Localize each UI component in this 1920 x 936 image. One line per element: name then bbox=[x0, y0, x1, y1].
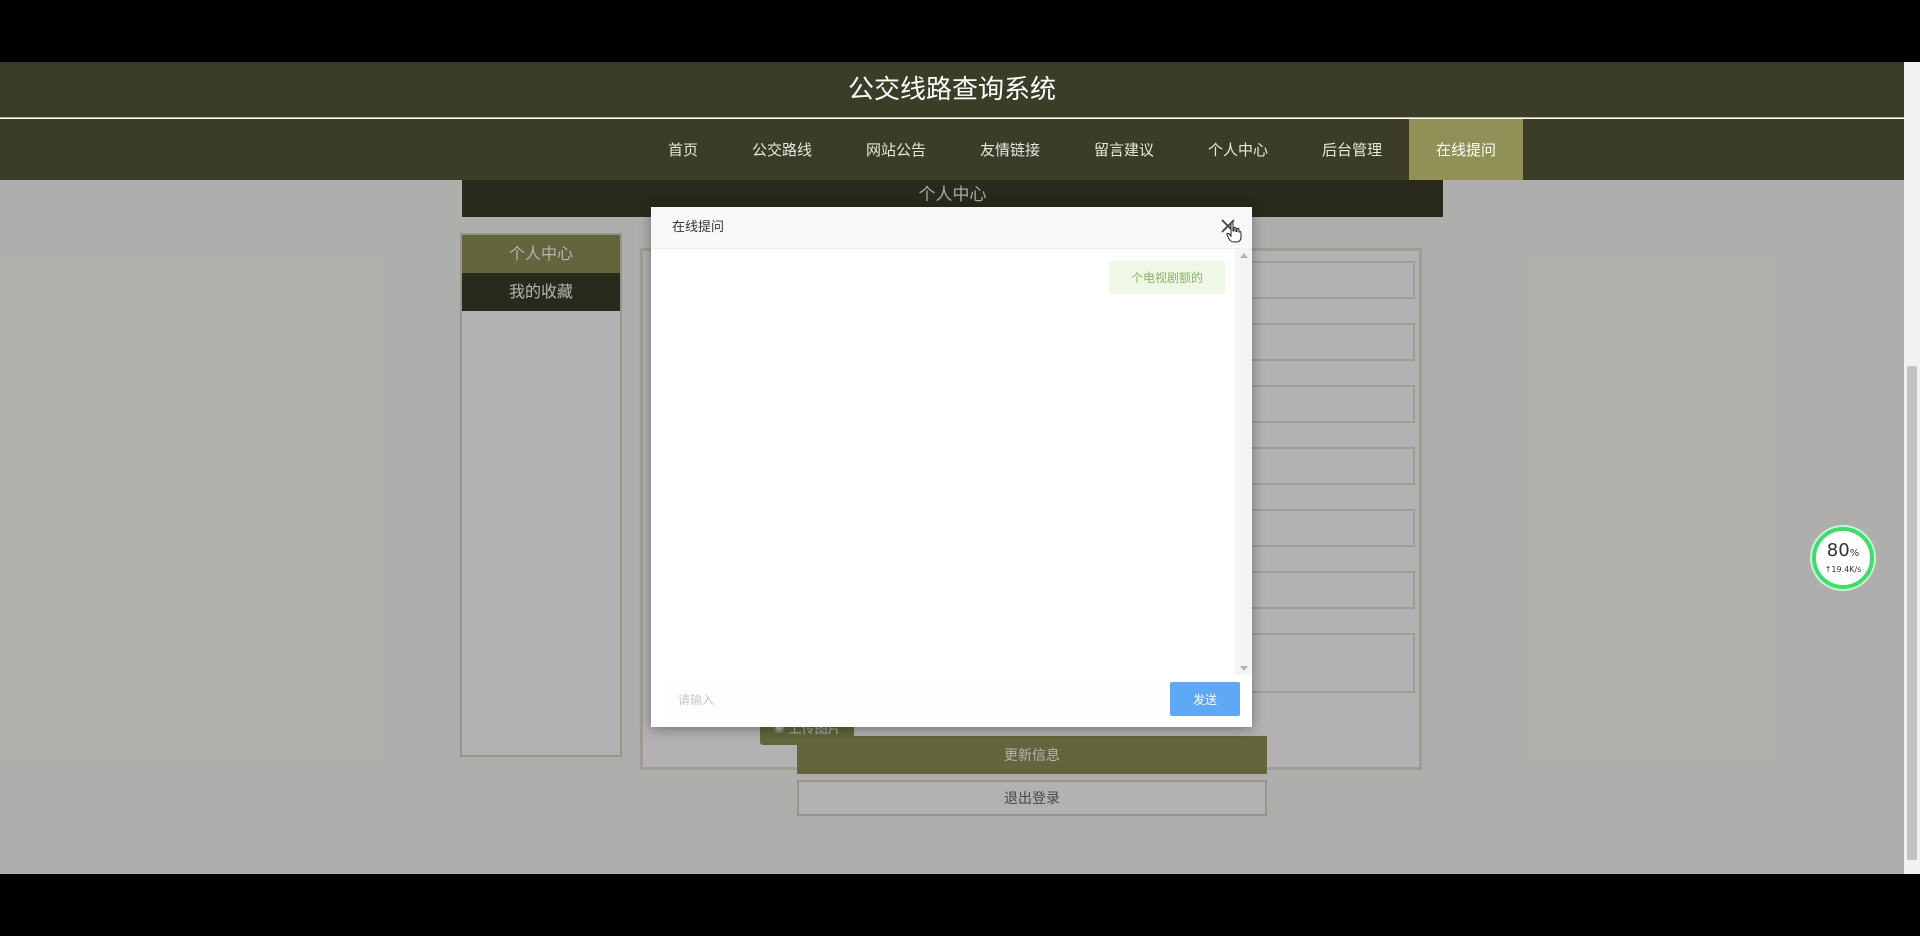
nav-item-announcements[interactable]: 网站公告 bbox=[839, 119, 953, 180]
speed-rate: ↑19.4K/s bbox=[1824, 565, 1862, 574]
speed-percent: 80% bbox=[1826, 540, 1860, 561]
hand-pointer-icon bbox=[1226, 221, 1242, 243]
nav-item-online-question[interactable]: 在线提问 bbox=[1409, 119, 1524, 180]
nav-item-bus-routes[interactable]: 公交路线 bbox=[725, 119, 839, 180]
nav-item-feedback[interactable]: 留言建议 bbox=[1067, 119, 1181, 180]
nav-item-friend-links[interactable]: 友情链接 bbox=[953, 119, 1067, 180]
chat-scrollbar[interactable] bbox=[1235, 249, 1252, 675]
nav-item-home[interactable]: 首页 bbox=[641, 119, 725, 180]
site-header: 公交线路查询系统 bbox=[0, 62, 1904, 118]
send-button[interactable]: 发送 bbox=[1170, 682, 1240, 716]
chat-messages: 个电视剧额的 bbox=[651, 249, 1252, 675]
dialog-header: 在线提问 bbox=[651, 207, 1252, 249]
page-scrollbar-thumb[interactable] bbox=[1907, 366, 1917, 860]
online-question-dialog: 在线提问 个电视剧额的 发送 bbox=[651, 207, 1252, 727]
chat-message: 个电视剧额的 bbox=[1108, 261, 1225, 294]
scroll-down-arrow-icon[interactable] bbox=[1240, 666, 1248, 671]
scroll-up-arrow-icon[interactable] bbox=[1240, 253, 1248, 258]
nav-item-admin[interactable]: 后台管理 bbox=[1295, 119, 1409, 180]
browser-viewport: 公交线路查询系统 首页 公交路线 网站公告 友情链接 留言建议 个人中心 后台管… bbox=[0, 62, 1920, 874]
page-scrollbar[interactable] bbox=[1904, 62, 1920, 874]
main-nav: 首页 公交路线 网站公告 友情链接 留言建议 个人中心 后台管理 在线提问 bbox=[0, 119, 1904, 180]
network-speed-widget[interactable]: 80% ↑19.4K/s bbox=[1812, 527, 1874, 589]
message-input[interactable] bbox=[666, 683, 1162, 717]
site-title: 公交线路查询系统 bbox=[847, 75, 1056, 105]
nav-item-personal-center[interactable]: 个人中心 bbox=[1181, 119, 1295, 180]
dialog-footer: 发送 bbox=[651, 675, 1252, 727]
dialog-title: 在线提问 bbox=[672, 220, 725, 235]
